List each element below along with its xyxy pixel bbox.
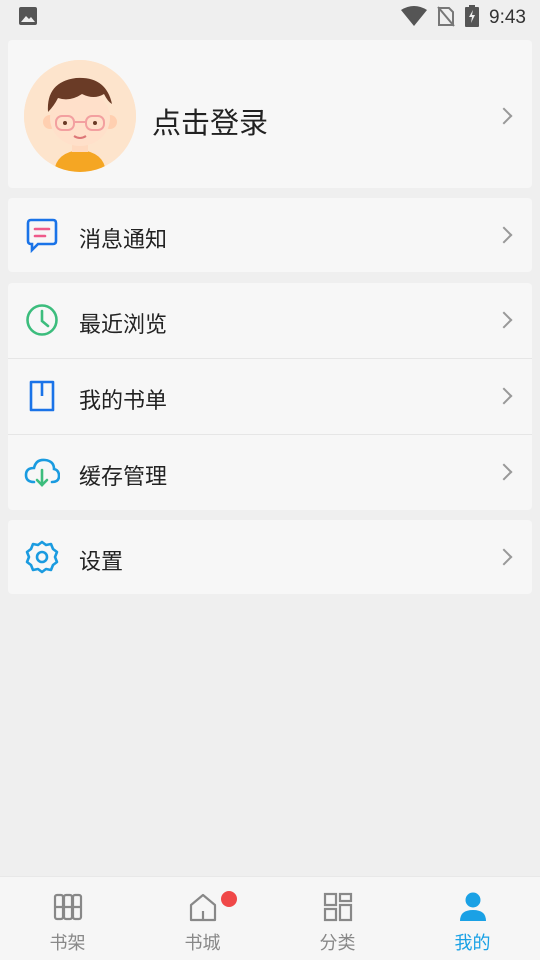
chevron-right-icon — [495, 463, 513, 481]
tab-label: 书架 — [49, 933, 86, 954]
image-icon — [18, 6, 38, 30]
tab-label: 书城 — [184, 933, 221, 954]
menu-group-settings: 设置 — [8, 520, 532, 594]
menu-item-label: 设置 — [79, 550, 124, 575]
menu-item-label: 消息通知 — [79, 228, 168, 253]
cloud-download-icon — [24, 454, 61, 490]
tab-label: 分类 — [319, 933, 356, 954]
bookshelf-icon — [52, 891, 84, 923]
clock-icon — [24, 302, 60, 338]
menu-item-settings[interactable]: 设置 — [8, 520, 532, 594]
menu-item-label: 我的书单 — [79, 389, 168, 414]
tab-label: 我的 — [454, 933, 491, 954]
menu-item-messages[interactable]: 消息通知 — [8, 198, 532, 272]
grid-icon — [322, 891, 354, 923]
login-label[interactable]: 点击登录 — [152, 100, 268, 142]
menu-item-label: 最近浏览 — [79, 313, 168, 338]
user-icon — [457, 891, 489, 923]
menu-item-cache[interactable]: 缓存管理 — [8, 435, 532, 509]
menu-item-recent[interactable]: 最近浏览 — [8, 283, 532, 357]
tab-mine[interactable]: 我的 — [405, 877, 540, 960]
chevron-right-icon — [495, 226, 513, 244]
wifi-icon — [401, 6, 428, 30]
menu-item-label: 缓存管理 — [79, 465, 168, 490]
menu-group-messages: 消息通知 — [8, 198, 532, 272]
profile-card[interactable]: 点击登录 — [8, 40, 532, 188]
menu-item-booklist[interactable]: 我的书单 — [8, 359, 532, 433]
chevron-right-icon — [495, 107, 513, 125]
tab-bookshelf[interactable]: 书架 — [0, 877, 135, 960]
home-icon — [187, 891, 219, 923]
tab-category[interactable]: 分类 — [270, 877, 405, 960]
bottom-tab-bar: 书架 书城 分类 我的 — [0, 876, 540, 960]
message-icon — [24, 217, 60, 254]
battery-charging-icon — [465, 5, 480, 31]
chevron-right-icon — [495, 548, 513, 566]
status-time: 9:43 — [489, 7, 526, 28]
chevron-right-icon — [495, 311, 513, 329]
tab-bookstore[interactable]: 书城 — [135, 877, 270, 960]
chevron-right-icon — [495, 387, 513, 405]
status-bar: 9:43 — [0, 0, 540, 36]
no-sim-icon — [437, 5, 455, 31]
menu-group-library: 最近浏览 我的书单 缓存管理 — [8, 283, 532, 510]
gear-icon — [24, 539, 60, 575]
status-icons: 9:43 — [401, 5, 526, 31]
avatar[interactable] — [24, 60, 136, 172]
book-list-icon — [24, 378, 60, 414]
notification-badge — [221, 891, 237, 907]
